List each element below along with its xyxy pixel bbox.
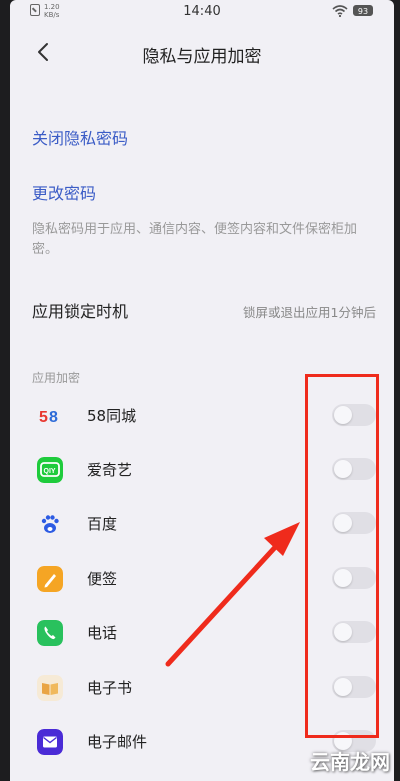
notes-icon	[37, 566, 63, 592]
toggle-highlight-box	[305, 374, 379, 738]
email-icon	[37, 729, 63, 755]
status-bar: 1.20 KB/s 14:40 93	[10, 0, 394, 24]
wifi-icon	[332, 5, 348, 17]
watermark-logo: 云南龙网	[310, 750, 390, 774]
change-password-link[interactable]: 更改密码	[32, 180, 96, 204]
app-label: 百度	[87, 515, 118, 533]
svg-text:8: 8	[49, 409, 58, 426]
phone-icon	[37, 620, 63, 646]
page-title: 隐私与应用加密	[142, 47, 262, 67]
ebook-icon	[37, 675, 63, 701]
app-label: 电话	[87, 624, 118, 642]
iqiyi-icon: QIY	[37, 457, 63, 483]
app-label: 便签	[87, 570, 118, 588]
app-label: 电子邮件	[87, 733, 148, 751]
svg-text:QIY: QIY	[44, 468, 56, 475]
svg-text:5: 5	[39, 409, 48, 426]
app-label: 爱奇艺	[87, 461, 133, 479]
close-privacy-password-link[interactable]: 关闭隐私密码	[32, 125, 128, 149]
lock-timing-value: 锁屏或退出应用1分钟后	[243, 305, 376, 320]
app-encryption-section-title: 应用加密	[32, 371, 81, 385]
58-icon: 5 8	[37, 403, 63, 429]
baidu-icon	[37, 511, 63, 537]
privacy-password-description: 隐私密码用于应用、通信内容、便签内容和文件保密柜加密。	[32, 222, 358, 257]
app-label: 58同城	[87, 407, 137, 425]
lock-timing-label: 应用锁定时机	[32, 302, 129, 321]
battery-indicator: 93	[353, 5, 373, 16]
app-label: 电子书	[87, 679, 133, 697]
